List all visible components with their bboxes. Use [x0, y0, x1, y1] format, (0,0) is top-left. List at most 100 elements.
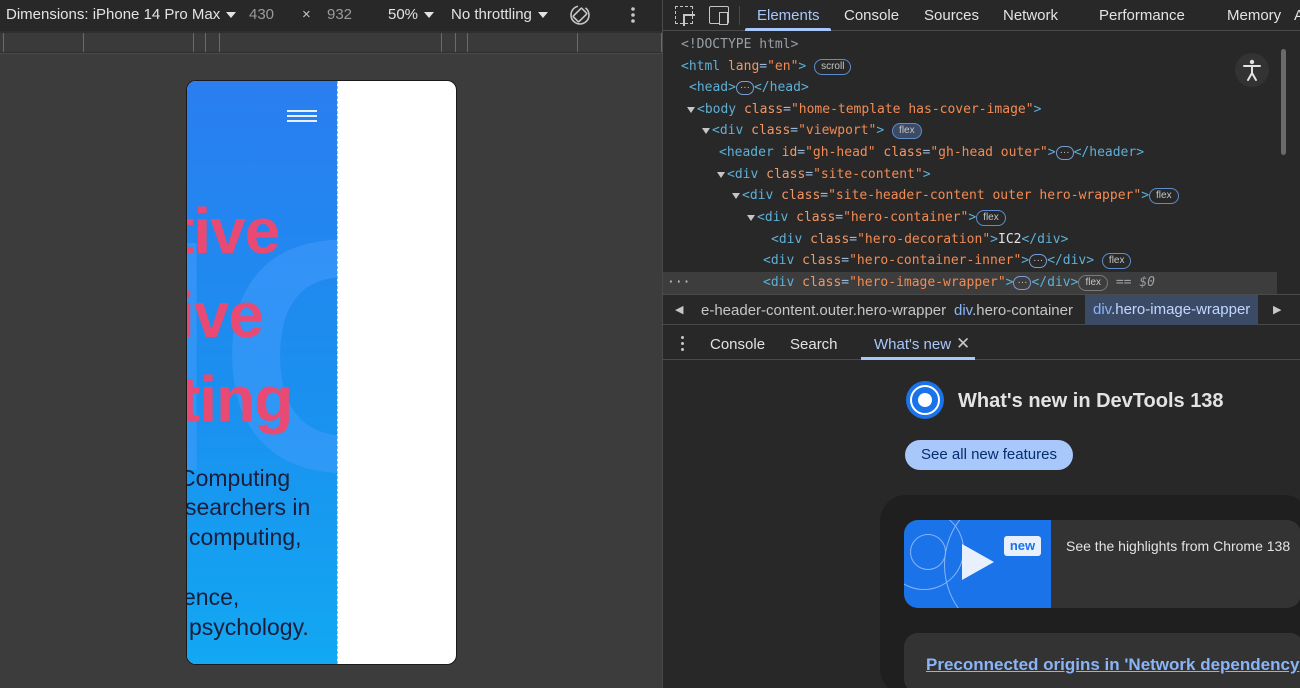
zoom-dropdown[interactable]: 50% [388, 6, 435, 23]
video-thumbnail[interactable]: new [904, 520, 1051, 608]
hero-paragraph-line-3: computing, [189, 524, 302, 550]
hero-paragraph-line-2: searchers in [187, 494, 311, 520]
zoom-label: 50% [388, 6, 419, 23]
flex-badge[interactable]: flex [892, 122, 922, 139]
device-toolbar: Dimensions: iPhone 14 Pro Max 430 × 932 … [0, 0, 662, 31]
throttling-label: No throttling [451, 6, 532, 23]
collapse-icon[interactable] [717, 171, 725, 178]
viewport-divider [337, 81, 338, 664]
highlight-card[interactable]: new See the highlights from Chrome 138 [904, 520, 1300, 608]
html-tag: html [688, 59, 721, 74]
dom-line-site-content[interactable]: <div class="site-content"> [717, 164, 931, 185]
dom-scrollbar[interactable] [1279, 31, 1289, 294]
ellipsis-icon[interactable]: ··· [1055, 145, 1074, 160]
drawer-tab-console[interactable]: Console [710, 336, 765, 353]
dom-line-header[interactable]: <header id="gh-head" class="gh-head oute… [719, 142, 1144, 163]
screen: Dimensions: iPhone 14 Pro Max 430 × 932 … [0, 0, 1300, 688]
breadcrumb-item-1[interactable]: e-header-content.outer.hero-wrapper [701, 302, 946, 319]
dom-line-viewport[interactable]: <div class="viewport"> flex [702, 120, 922, 141]
accessibility-icon[interactable] [1235, 53, 1269, 87]
breadcrumb: ◀ e-header-content.outer.hero-wrapper di… [663, 294, 1300, 325]
dom-line-hero-decoration[interactable]: <div class="hero-decoration">IC2</div> [771, 229, 1068, 250]
dom-line-hero-image[interactable]: <div class="hero-image-wrapper"> ··· </div… [763, 272, 1155, 293]
dom-line-more-icon[interactable]: ··· [667, 272, 690, 293]
highlight-text: See the highlights from Chrome 138 [1066, 538, 1291, 554]
collapse-icon[interactable] [747, 214, 755, 221]
drawer-tab-whats-new[interactable]: What's new [874, 336, 951, 353]
more-options-icon[interactable] [628, 6, 638, 26]
whats-new-panel: What's new in DevTools 138 See all new f… [663, 360, 1300, 688]
chevron-right-icon[interactable]: ▶ [1273, 303, 1281, 316]
breadcrumb-class: .hero-image-wrapper [1111, 301, 1251, 318]
inspect-element-icon[interactable] [675, 6, 693, 24]
tab-sources[interactable]: Sources [924, 7, 979, 24]
html-attr-value: "en" [767, 59, 799, 74]
device-toggle-icon[interactable] [709, 6, 729, 25]
tab-network[interactable]: Network [1003, 7, 1058, 24]
drawer-menu-icon[interactable] [681, 336, 685, 352]
hero-decoration-class: "hero-decoration" [857, 232, 991, 247]
ellipsis-icon[interactable]: ··· [1029, 253, 1048, 268]
tab-console[interactable]: Console [844, 7, 899, 24]
throttling-dropdown[interactable]: No throttling [451, 6, 548, 23]
hero-paragraph-line-4: ence, [187, 584, 240, 610]
tab-performance[interactable]: Performance [1099, 7, 1185, 24]
breadcrumb-item-3[interactable]: div.hero-image-wrapper [1085, 295, 1259, 325]
dom-line-hero-container[interactable]: <div class="hero-container"> flex [747, 207, 1006, 228]
chevron-down-icon [424, 12, 435, 19]
dom-line-hero-inner[interactable]: <div class="hero-container-inner"> ··· </d… [763, 250, 1132, 271]
see-all-features-button[interactable]: See all new features [905, 440, 1073, 470]
tab-application[interactable]: Ap [1294, 7, 1300, 24]
hero-paragraph-line-5: psychology. [189, 614, 309, 640]
dimensions-dropdown[interactable]: Dimensions: iPhone 14 Pro Max [6, 6, 237, 23]
tab-elements[interactable]: Elements [757, 7, 820, 24]
breadcrumb-tag: div [1093, 301, 1112, 318]
play-icon[interactable] [962, 544, 994, 580]
head-close-tag: head [769, 80, 801, 95]
rotate-icon[interactable] [568, 3, 592, 27]
viewport-class: "viewport" [798, 123, 877, 138]
collapse-icon[interactable] [732, 192, 740, 199]
height-input[interactable]: 932 [327, 6, 352, 23]
scroll-badge[interactable]: scroll [814, 58, 852, 75]
html-attr-name: lang [727, 59, 760, 74]
width-input[interactable]: 430 [249, 6, 274, 23]
feature-link[interactable]: Preconnected origins in 'Network depende… [926, 655, 1299, 675]
chrome-logo-icon [906, 381, 944, 419]
body-tag: body [704, 102, 737, 117]
ellipsis-icon[interactable]: ··· [735, 80, 754, 95]
site-content-class: "site-content" [813, 167, 923, 182]
header-id: "gh-head" [805, 145, 876, 160]
close-icon[interactable]: ✕ [956, 334, 970, 354]
drawer-tab-search[interactable]: Search [790, 336, 838, 353]
breadcrumb-item-2[interactable]: div.hero-container [954, 302, 1073, 319]
selected-marker: == $0 [1115, 275, 1155, 290]
hero-container-class: "hero-container" [843, 210, 969, 225]
dom-line-head[interactable]: <head> ··· </head> [689, 77, 809, 98]
collapse-icon[interactable] [687, 106, 695, 113]
doctype-text: <!DOCTYPE html> [681, 37, 799, 52]
tab-memory[interactable]: Memory [1227, 7, 1281, 24]
device-emulation-pane: Dimensions: iPhone 14 Pro Max 430 × 932 … [0, 0, 662, 688]
ellipsis-icon[interactable]: ··· [1013, 275, 1032, 290]
dom-line-html[interactable]: <html lang="en"> scroll [681, 56, 852, 77]
body-class: "home-template has-cover-image" [790, 102, 1034, 117]
hero-image-class: "hero-image-wrapper" [849, 275, 1006, 290]
toolbar-divider [739, 6, 740, 25]
breadcrumb-tag: div [954, 302, 973, 319]
media-query-ruler[interactable] [0, 31, 662, 54]
dom-line-body[interactable]: <body class="home-template has-cover-ima… [687, 99, 1041, 120]
chevron-down-icon [537, 12, 548, 19]
chevron-down-icon [226, 12, 237, 19]
hero-inner-class: "hero-container-inner" [849, 253, 1022, 268]
dom-line-doctype[interactable]: <!DOCTYPE html> [681, 34, 798, 55]
dom-line-site-header[interactable]: <div class="site-header-content outer he… [732, 185, 1179, 206]
times-separator: × [302, 6, 311, 23]
flex-badge[interactable]: flex [1149, 187, 1179, 204]
flex-badge[interactable]: flex [976, 209, 1006, 226]
whats-new-title: What's new in DevTools 138 [958, 390, 1224, 412]
flex-badge[interactable]: flex [1078, 274, 1109, 291]
flex-badge[interactable]: flex [1101, 252, 1132, 269]
chevron-left-icon[interactable]: ◀ [675, 303, 683, 316]
collapse-icon[interactable] [702, 127, 710, 134]
